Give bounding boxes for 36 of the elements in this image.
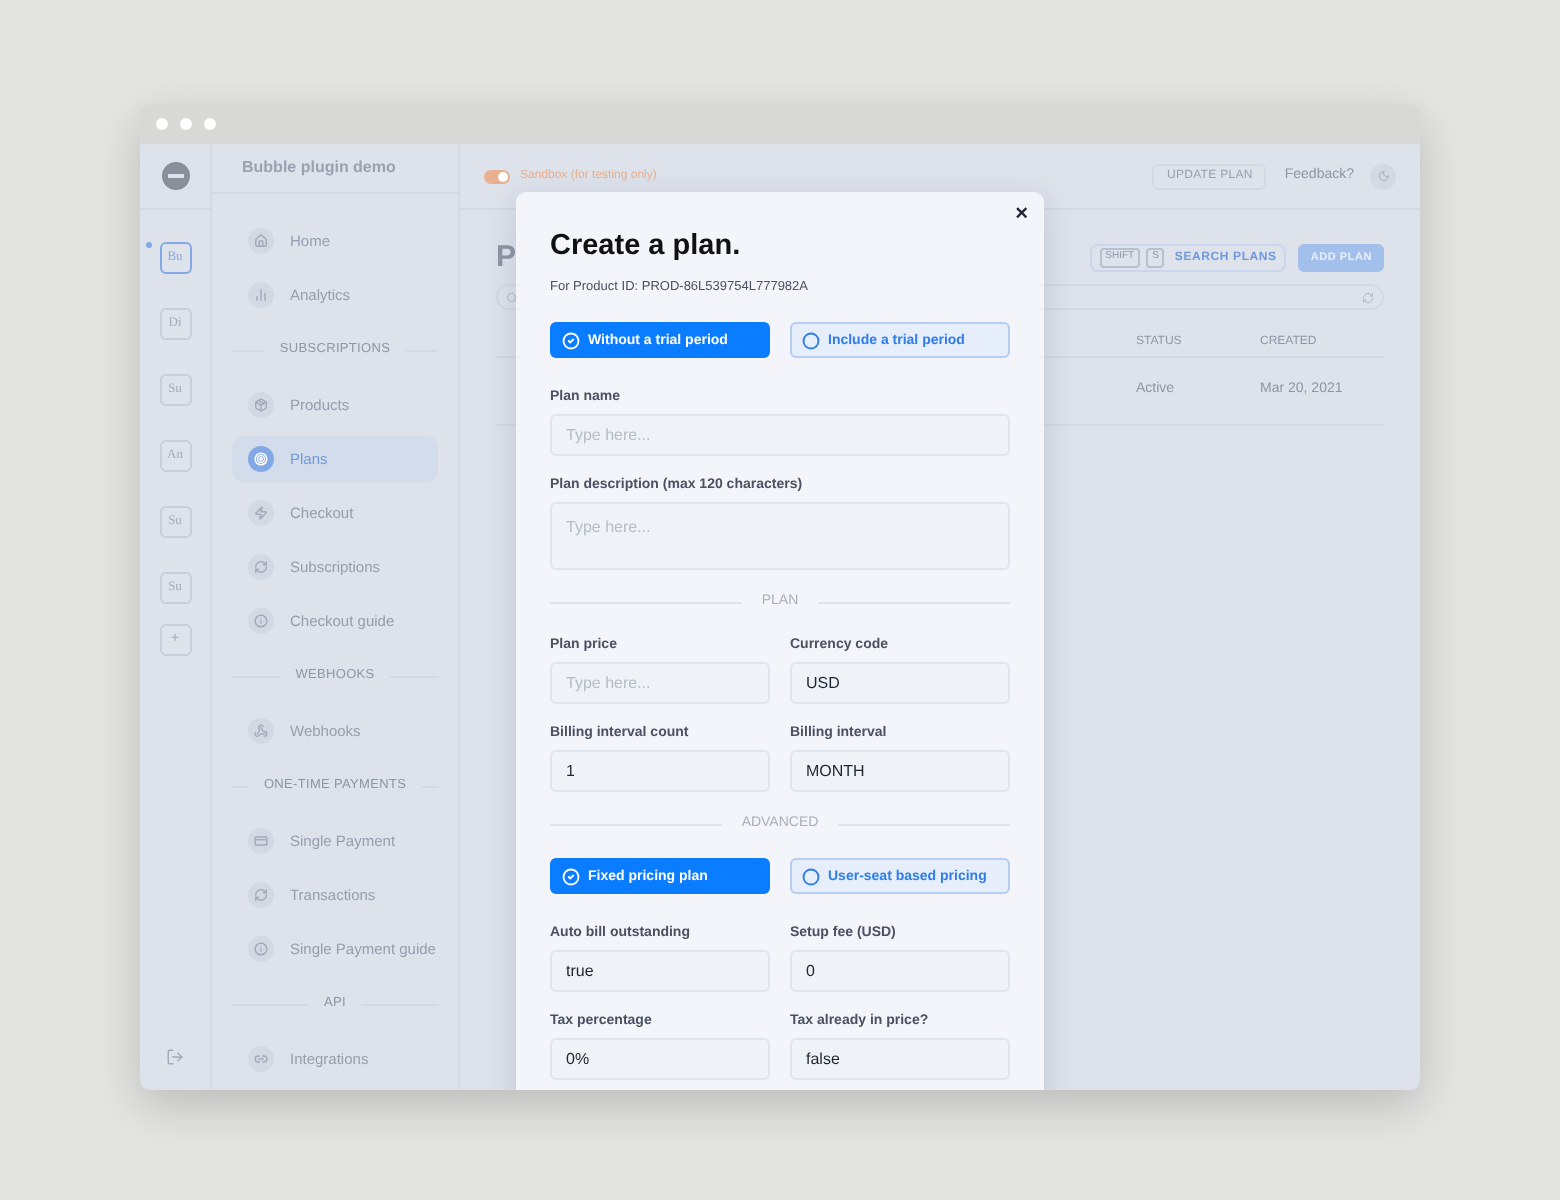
input-field[interactable]: USD xyxy=(790,661,1010,704)
dialog-title: Create a plan. xyxy=(550,232,743,261)
check-circle-icon xyxy=(562,867,580,886)
logo-icon xyxy=(161,162,189,190)
refresh-icon xyxy=(254,888,268,902)
webhook-icon xyxy=(254,724,268,738)
lightning-icon xyxy=(254,506,268,520)
package-icon xyxy=(254,398,268,412)
check-circle-icon xyxy=(562,331,580,350)
home-icon xyxy=(254,234,268,248)
refresh-icon[interactable] xyxy=(1362,291,1374,303)
card-icon xyxy=(254,834,268,848)
moon-icon[interactable] xyxy=(1377,170,1389,182)
circle-icon xyxy=(802,331,820,350)
input-field[interactable]: false xyxy=(790,1038,1010,1081)
link-icon xyxy=(254,1052,268,1066)
close-button[interactable]: × xyxy=(1015,204,1028,226)
input-field[interactable]: Type here... xyxy=(550,414,1010,457)
bar-chart-icon xyxy=(254,288,268,302)
search-icon xyxy=(506,291,518,303)
textarea-field[interactable]: Type here... xyxy=(550,502,1010,571)
input-field[interactable]: Type here... xyxy=(550,661,770,704)
target-icon xyxy=(254,452,268,466)
info-icon xyxy=(254,614,268,628)
app-name: Bubble plugin demo xyxy=(242,156,396,180)
logout-icon[interactable] xyxy=(166,1048,184,1066)
input-field[interactable]: MONTH xyxy=(790,749,1010,792)
input-field[interactable]: 0 xyxy=(790,950,1010,993)
input-field[interactable]: 0% xyxy=(550,1038,770,1081)
info-icon xyxy=(254,942,268,956)
input-field[interactable]: true xyxy=(550,950,770,993)
input-field[interactable]: 1 xyxy=(550,749,770,792)
page-title: P xyxy=(496,237,517,278)
refresh-icon xyxy=(254,560,268,574)
circle-icon xyxy=(802,867,820,886)
sandbox-toggle[interactable] xyxy=(484,169,510,183)
